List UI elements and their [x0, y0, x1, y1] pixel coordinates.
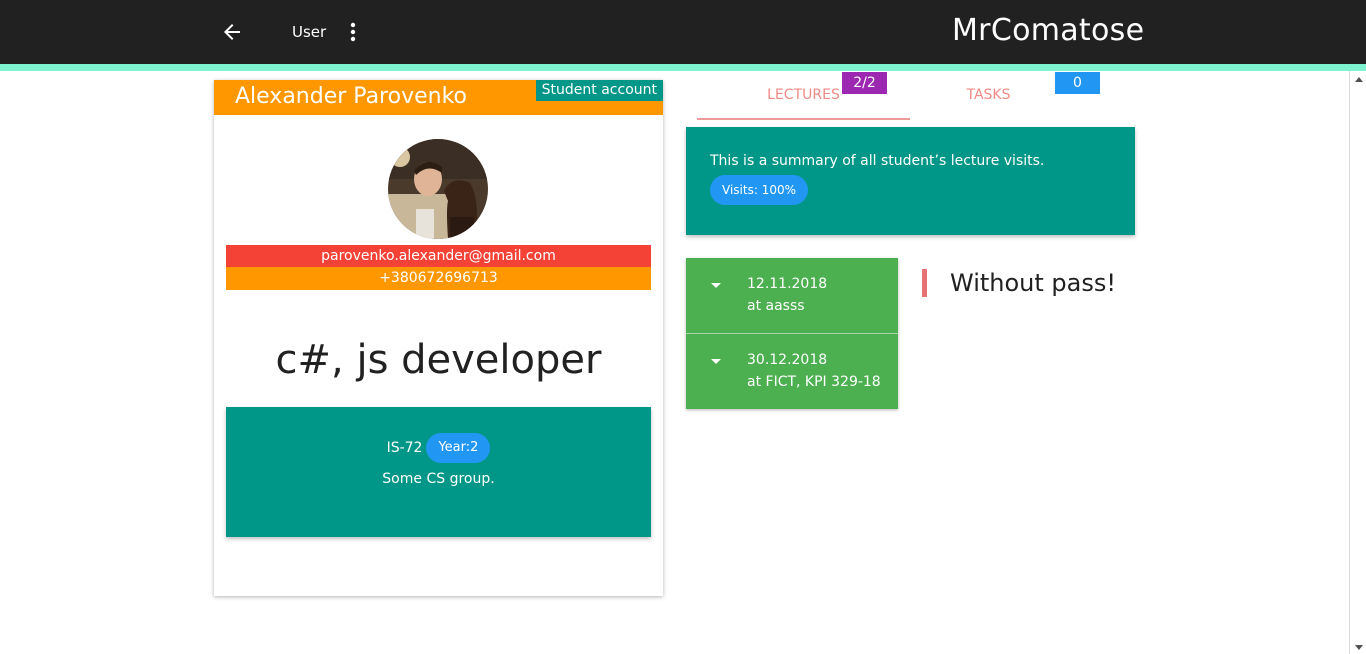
- caret-down-icon[interactable]: [711, 359, 721, 364]
- toolbar-accent-line: [0, 64, 1366, 71]
- group-description: Some CS group.: [382, 471, 495, 487]
- lecture-place: at aasss: [747, 298, 805, 314]
- list-item[interactable]: 12.11.2018 at aasss: [686, 258, 898, 334]
- tab-lectures-label: LECTURES: [767, 87, 840, 103]
- lecture-list: 12.11.2018 at aasss 30.12.2018 at FICT, …: [686, 258, 898, 409]
- scroll-down-icon[interactable]: [1355, 645, 1363, 650]
- tab-tasks-label: TASKS: [966, 87, 1011, 103]
- arrow-left-icon[interactable]: [220, 20, 244, 44]
- lecture-summary-box: This is a summary of all student’s lectu…: [686, 127, 1135, 235]
- group-info-box: IS-72 Year:2 Some CS group.: [226, 407, 651, 537]
- lecture-date: 12.11.2018: [747, 276, 828, 292]
- profile-name-bar: Alexander Parovenko Student account: [214, 80, 663, 115]
- profile-card: Alexander Parovenko Student account paro…: [214, 80, 663, 596]
- email-field[interactable]: parovenko.alexander@gmail.com: [226, 245, 651, 267]
- scroll-up-icon[interactable]: [1355, 77, 1363, 82]
- brand-title[interactable]: MrComatose: [952, 13, 1144, 48]
- caret-down-icon[interactable]: [711, 283, 721, 288]
- lecture-place: at FICT, KPI 329-18: [747, 374, 881, 390]
- profile-name: Alexander Parovenko: [235, 84, 467, 109]
- phone-field[interactable]: +380672696713: [226, 267, 651, 290]
- year-chip: Year:2: [426, 433, 491, 463]
- summary-text: This is a summary of all student’s lectu…: [710, 153, 1045, 169]
- visits-chip: Visits: 100%: [710, 175, 808, 205]
- profile-headline: c#, js developer: [275, 337, 602, 383]
- app-toolbar: User MrComatose: [0, 0, 1366, 64]
- lecture-date: 30.12.2018: [747, 352, 828, 368]
- avatar: [388, 139, 488, 239]
- group-name: IS-72: [386, 440, 423, 456]
- group-row: IS-72 Year:2: [226, 433, 651, 463]
- tasks-count-badge: 0: [1055, 72, 1100, 94]
- lectures-count-badge: 2/2: [842, 72, 887, 94]
- list-item[interactable]: 30.12.2018 at FICT, KPI 329-18: [686, 334, 898, 409]
- status-quote: Without pass!: [922, 269, 1116, 297]
- page-scrollbar[interactable]: [1349, 71, 1366, 654]
- account-type-badge: Student account: [535, 80, 663, 101]
- more-vert-icon[interactable]: [342, 20, 364, 44]
- page-title: User: [292, 23, 327, 41]
